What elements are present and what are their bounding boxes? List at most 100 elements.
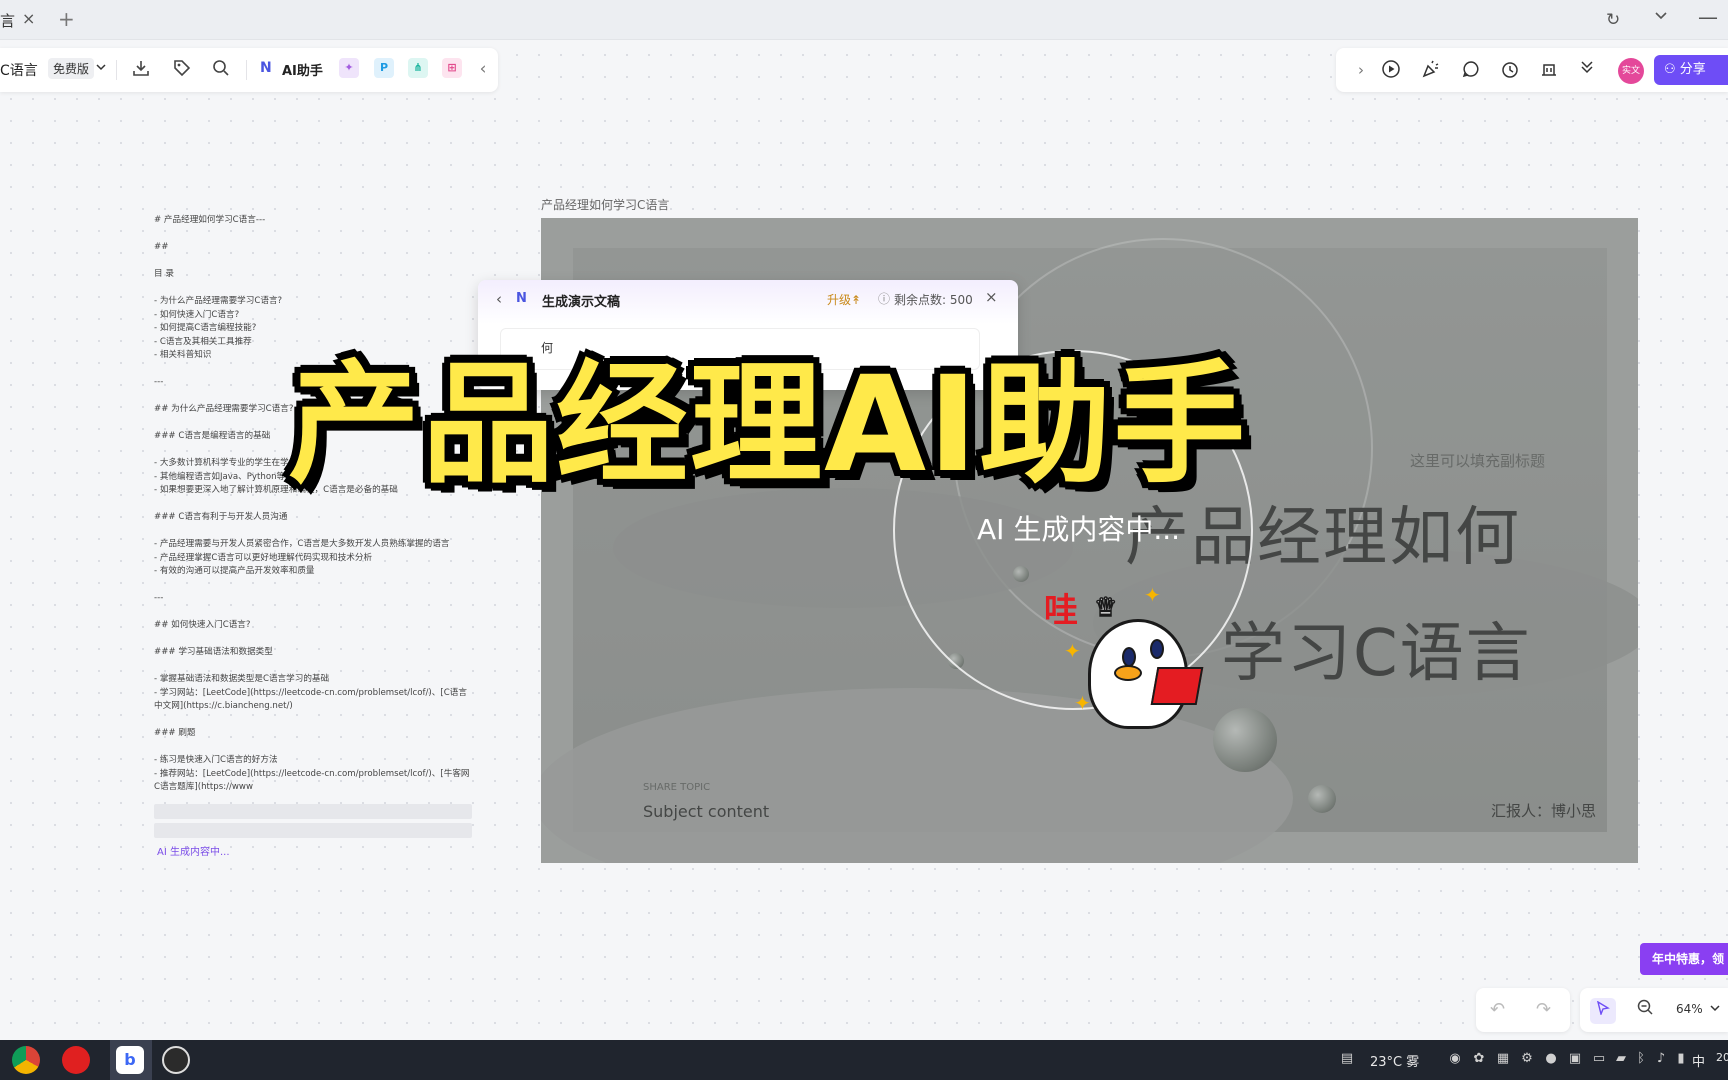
outline-line	[154, 579, 474, 593]
flowchart-tool-icon[interactable]: ⊞	[442, 58, 462, 78]
bluetooth-icon[interactable]: ᛒ	[1632, 1051, 1650, 1066]
plan-badge[interactable]: 免费版	[48, 58, 95, 79]
redo-icon[interactable]: ↷	[1536, 999, 1551, 1020]
generating-status: AI 生成内容中...	[977, 513, 1181, 546]
expand-icon[interactable]: ›	[1350, 59, 1372, 81]
outline-line: - 掌握基础语法和数据类型是C语言学习的基础	[154, 674, 330, 684]
outline-line: C语言题库](https://www	[154, 782, 253, 792]
outline-line	[154, 741, 474, 755]
promo-banner-text: 产品经理AI助手	[288, 348, 1248, 502]
chrome-icon[interactable]	[12, 1046, 40, 1074]
template-icon[interactable]	[1538, 59, 1560, 81]
taskbar: b ▤ 23°C 雾 ◉ ✿ ▦ ⚙ ● ▣ ▭ ▰ ᛒ ♪ ▮ 中 20	[0, 1040, 1728, 1080]
ai-logo-icon[interactable]: N	[260, 60, 272, 76]
history-icon[interactable]	[1499, 59, 1521, 81]
microphone-icon[interactable]: ▮	[1672, 1051, 1690, 1066]
play-icon[interactable]	[1380, 59, 1402, 81]
zoom-controls: 64%	[1580, 988, 1728, 1032]
tray-app-icon[interactable]: ▣	[1566, 1051, 1584, 1066]
outline-line: ## 如何快速入门C语言?	[154, 620, 251, 630]
outline-line: - 学习网站：[LeetCode](https://leetcode-cn.co…	[154, 687, 467, 698]
minimize-icon[interactable]: —	[1698, 5, 1718, 29]
outline-line: ### 学习基础语法和数据类型	[154, 647, 273, 657]
sparkle-icon: ✦	[1144, 583, 1161, 607]
upgrade-label: 升级	[827, 293, 852, 307]
promo-tab[interactable]: 年中特惠，领	[1640, 943, 1728, 975]
panel-title: 生成演示文稿	[542, 295, 621, 310]
outline-line	[154, 606, 474, 620]
tag-icon[interactable]	[171, 58, 193, 80]
new-tab-icon[interactable]: +	[58, 7, 75, 31]
upgrade-button[interactable]: 升级↟	[827, 291, 861, 308]
tray-app-icon[interactable]: ▭	[1590, 1051, 1608, 1066]
remaining-points: 剩余点数: 500	[894, 293, 973, 307]
outline-line: - 产品经理需要与开发人员紧密合作，C语言是大多数开发人员熟练掌握的语言	[154, 539, 450, 549]
tab-close-icon[interactable]: ×	[22, 9, 35, 28]
share-button[interactable]: ⚇ 分享	[1654, 55, 1728, 85]
chevron-down-icon[interactable]	[96, 61, 106, 74]
chevron-down-icon[interactable]	[1710, 1002, 1720, 1015]
sticker-exclamation: 哇	[1044, 591, 1078, 631]
tray-app-icon[interactable]: ⚙	[1518, 1051, 1536, 1066]
tray-app-icon[interactable]: ◉	[1446, 1051, 1464, 1066]
search-icon[interactable]	[210, 58, 232, 80]
tray-app-icon[interactable]: ●	[1542, 1051, 1560, 1066]
weather[interactable]: 23°C 雾	[1370, 1051, 1419, 1070]
outline-line: - 推荐网站：[LeetCode](https://leetcode-cn.co…	[154, 768, 470, 779]
doc-title[interactable]: C语言	[0, 60, 38, 80]
outline-generating-label: AI 生成内容中...	[157, 847, 230, 858]
tab-list-icon[interactable]	[1654, 9, 1668, 25]
crown-icon: ♛	[1093, 592, 1118, 624]
outline-line: ### 刷题	[154, 728, 196, 738]
avatar[interactable]: 实文	[1618, 58, 1644, 84]
more-icon[interactable]	[1576, 59, 1598, 81]
outline-line: ---	[154, 593, 164, 603]
tray-app-icon[interactable]: ▰	[1612, 1051, 1630, 1066]
outline-line: ### C语言有利于与开发人员沟通	[154, 512, 288, 522]
upgrade-arrow-icon: ↟	[851, 293, 862, 307]
celebrate-icon[interactable]	[1420, 59, 1442, 81]
editor-toolbar-left: C语言 免费版 N AI助手 ✦ P ⋔ ⊞ ‹	[0, 48, 498, 92]
ime-indicator[interactable]: 中	[1692, 1051, 1705, 1070]
loading-skeleton	[154, 804, 472, 819]
outline-line	[154, 255, 474, 269]
tray-app-icon[interactable]: ✿	[1470, 1051, 1488, 1066]
boardmix-icon[interactable]: b	[116, 1046, 144, 1074]
outline-line	[154, 660, 474, 674]
zoom-out-icon[interactable]	[1636, 998, 1654, 1020]
zoom-level[interactable]: 64%	[1676, 1002, 1703, 1016]
browser-tab-strip: 言 × + ↻ —	[0, 0, 1728, 40]
pointer-tool-icon[interactable]	[1590, 998, 1616, 1024]
undo-icon[interactable]: ↶	[1490, 999, 1505, 1020]
outline-line: # 产品经理如何学习C语言---	[154, 215, 266, 225]
clock[interactable]: 20	[1716, 1051, 1728, 1064]
sparkle-icon: ✦	[1074, 691, 1091, 715]
volume-icon[interactable]: ♪	[1652, 1051, 1670, 1066]
collapse-icon[interactable]: ‹	[472, 58, 494, 80]
download-icon[interactable]	[130, 58, 152, 80]
tray-app-icon[interactable]: ▦	[1494, 1051, 1512, 1066]
presentation-tool-icon[interactable]: P	[374, 58, 394, 78]
mascot-eye	[1150, 639, 1164, 659]
mascot-eye	[1122, 647, 1136, 667]
news-icon[interactable]: ▤	[1338, 1051, 1356, 1066]
back-icon[interactable]: ‹	[496, 290, 502, 308]
outline-line: 中文网](https://c.biancheng.net/)	[154, 701, 293, 711]
image-tool-icon[interactable]: ✦	[339, 58, 359, 78]
outline-line	[154, 714, 474, 728]
outline-line: 目 录	[154, 269, 174, 279]
editor-toolbar-right: › 实文 ⚇ 分享	[1336, 48, 1728, 92]
obs-icon[interactable]	[162, 1046, 190, 1074]
mindmap-tool-icon[interactable]: ⋔	[408, 58, 428, 78]
outline-line	[154, 633, 474, 647]
netease-music-icon[interactable]	[62, 1046, 90, 1074]
ai-assistant-button[interactable]: AI助手	[282, 60, 323, 79]
mascot-sticker: 哇 ♛ ✦ ✦ ✦	[1044, 583, 1224, 743]
close-icon[interactable]: ×	[985, 288, 998, 306]
loading-skeleton	[154, 823, 472, 838]
outline-line: - 为什么产品经理需要学习C语言?	[154, 296, 283, 306]
tab-title[interactable]: 言	[0, 10, 15, 31]
outline-line	[154, 282, 474, 296]
comment-icon[interactable]	[1460, 59, 1482, 81]
refresh-icon[interactable]: ↻	[1606, 10, 1620, 30]
